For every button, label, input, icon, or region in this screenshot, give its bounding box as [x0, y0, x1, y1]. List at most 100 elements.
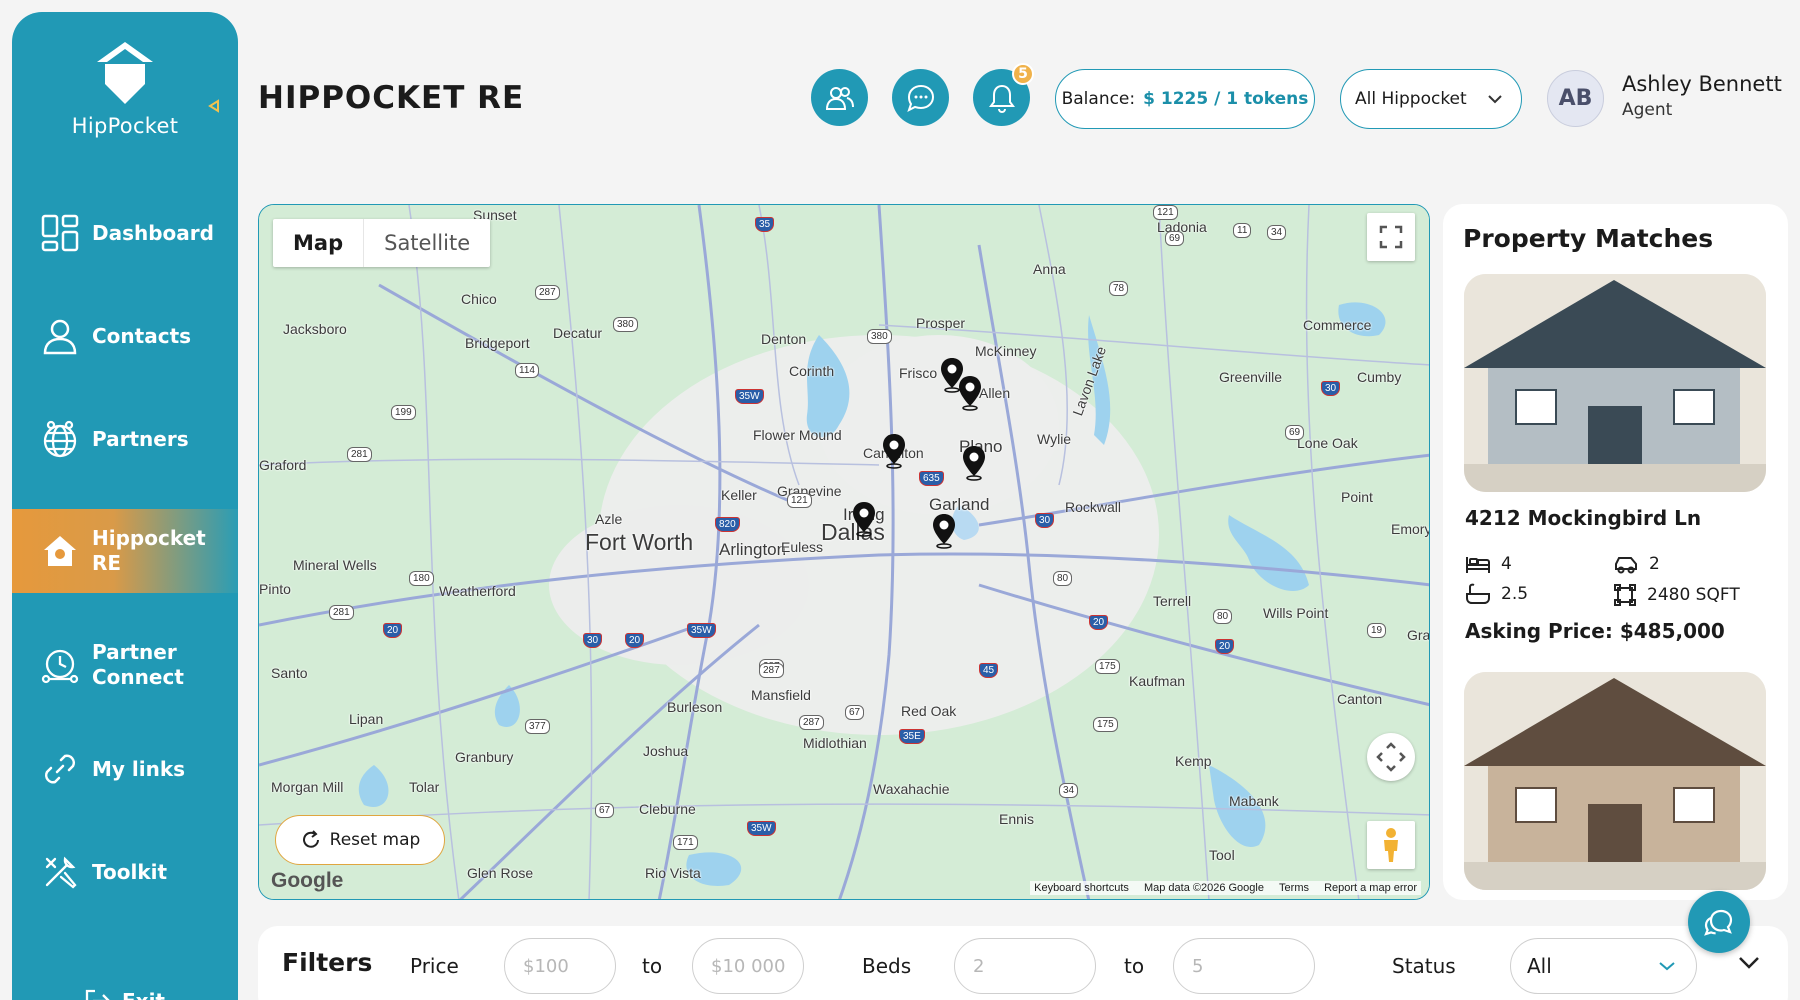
- sidebar-item-contacts[interactable]: Contacts: [12, 295, 238, 377]
- map-label-city: Weatherford: [439, 583, 516, 599]
- property-pin[interactable]: [881, 433, 907, 469]
- map-type-map[interactable]: Map: [273, 219, 365, 267]
- baths-spec: 2.5: [1465, 583, 1528, 605]
- sidebar-item-partners[interactable]: Partners: [12, 398, 238, 480]
- beds-min-input[interactable]: 2: [954, 938, 1096, 994]
- street-view-button[interactable]: [1367, 821, 1415, 869]
- sidebar-item-partner-connect[interactable]: Partner Connect: [12, 624, 238, 706]
- balance-display[interactable]: Balance: $ 1225 / 1 tokens: [1055, 69, 1315, 129]
- refresh-icon: [302, 830, 319, 848]
- house-icon: [40, 531, 80, 571]
- highway-shield: 67: [595, 803, 615, 818]
- property-pin[interactable]: [931, 513, 957, 549]
- property-image[interactable]: [1464, 672, 1766, 890]
- keyboard-shortcuts-link[interactable]: Keyboard shortcuts: [1034, 882, 1129, 894]
- camera-control-button[interactable]: [1367, 733, 1415, 781]
- terms-link[interactable]: Terms: [1279, 882, 1309, 894]
- reset-map-button[interactable]: Reset map: [275, 815, 445, 865]
- map-label-city: Mabank: [1229, 793, 1279, 809]
- property-image[interactable]: [1464, 274, 1766, 492]
- highway-shield: 34: [1059, 783, 1079, 798]
- contacts-button[interactable]: [811, 69, 868, 126]
- price-max-input[interactable]: $10 000: [692, 938, 804, 994]
- highway-shield: 69: [1285, 425, 1305, 440]
- hippocket-logo-icon: [97, 42, 153, 104]
- map-label-city: Santo: [271, 665, 308, 681]
- map-label-city: Cleburne: [639, 801, 696, 817]
- property-pin[interactable]: [957, 375, 983, 411]
- highway-shield: 281: [347, 447, 372, 462]
- sidebar-item-toolkit[interactable]: Toolkit: [12, 831, 238, 913]
- highway-shield: 11: [1233, 223, 1252, 238]
- map-label-city: Anna: [1033, 261, 1066, 277]
- highway-shield: 121: [1153, 205, 1178, 220]
- sidebar-item-label: Dashboard: [92, 220, 214, 245]
- sqft-value: 2480 SQFT: [1647, 585, 1740, 605]
- status-select-value: All: [1527, 954, 1552, 978]
- sidebar-item-hippocket-re[interactable]: Hippocket RE: [12, 509, 238, 593]
- map-label-city: Mineral Wells: [293, 557, 377, 573]
- user-icon: [40, 316, 80, 356]
- notification-badge: 5: [1012, 63, 1034, 85]
- map-label-city: Flower Mound: [753, 427, 842, 443]
- partner-connect-icon: [40, 645, 80, 685]
- map-label-city: Lipan: [349, 711, 384, 727]
- notifications-button[interactable]: 5: [973, 63, 1034, 126]
- sidebar-item-dashboard[interactable]: Dashboard: [12, 192, 238, 274]
- map-label-city: Glen Rose: [467, 865, 534, 881]
- scope-select-value: All Hippocket: [1355, 89, 1467, 109]
- map-label-city: Greenville: [1219, 369, 1283, 385]
- link-icon: [40, 749, 80, 789]
- highway-shield: 67: [845, 705, 865, 720]
- bed-icon: [1466, 557, 1490, 573]
- map-label-city: Pinto: [259, 581, 291, 597]
- report-error-link[interactable]: Report a map error: [1324, 882, 1417, 894]
- map-type-control: Map Satellite: [273, 219, 491, 267]
- expand-filters-icon[interactable]: [1738, 956, 1760, 970]
- chat-support-button[interactable]: [1688, 891, 1750, 953]
- chevron-down-icon: [1488, 95, 1502, 104]
- filters-bar: Filters Price $100 to $10 000 Beds 2 to …: [258, 926, 1788, 1000]
- fullscreen-button[interactable]: [1367, 213, 1415, 261]
- map-data-text: Map data ©2026 Google: [1143, 882, 1264, 894]
- sidebar-item-label: Hippocket RE: [92, 526, 206, 575]
- property-pin[interactable]: [851, 501, 877, 537]
- property-pin[interactable]: [961, 445, 987, 481]
- app-logo[interactable]: HipPocket: [12, 40, 238, 138]
- beds-max-input[interactable]: 5: [1173, 938, 1315, 994]
- sidebar-item-exit[interactable]: Exit: [12, 960, 238, 1000]
- highway-shield: 121: [787, 493, 812, 508]
- messages-button[interactable]: [892, 69, 949, 126]
- logo-text: HipPocket: [71, 114, 179, 138]
- highway-shield: 20: [625, 633, 645, 648]
- map-label-city: Grand: [1407, 627, 1430, 643]
- highway-shield: 80: [1053, 571, 1073, 586]
- highway-shield: 30: [583, 633, 603, 648]
- map-label-city: Canton: [1337, 691, 1383, 707]
- collapse-sidebar-icon[interactable]: [206, 98, 222, 114]
- map-label-city: Frisco: [899, 365, 938, 381]
- highway-shield: 377: [525, 719, 550, 734]
- map-view[interactable]: Fort Worth Dallas Arlington Irving Garla…: [258, 204, 1430, 900]
- map-type-satellite[interactable]: Satellite: [364, 219, 490, 267]
- property-address: 4212 Mockingbird Ln: [1465, 506, 1702, 530]
- highway-shield: 114: [515, 363, 539, 378]
- map-label-city: Kaufman: [1129, 673, 1186, 689]
- scope-select[interactable]: All Hippocket: [1340, 69, 1522, 129]
- map-label-city: Graford: [259, 457, 307, 473]
- price-min-input[interactable]: $100: [504, 938, 616, 994]
- asking-price: Asking Price: $485,000: [1465, 619, 1725, 643]
- users-icon: [825, 86, 854, 110]
- avatar[interactable]: AB: [1547, 70, 1604, 127]
- map-label-city: Allen: [979, 385, 1011, 401]
- map-label-city: Ennis: [999, 811, 1035, 827]
- map-label-city: Tolar: [409, 779, 440, 795]
- sidebar-item-my-links[interactable]: My links: [12, 728, 238, 810]
- garage-value: 2: [1649, 554, 1660, 574]
- status-select[interactable]: All: [1510, 938, 1697, 994]
- map-label-city: Terrell: [1153, 593, 1192, 609]
- map-attribution: Keyboard shortcuts Map data ©2026 Google…: [1030, 881, 1421, 895]
- highway-shield: 171: [673, 835, 698, 850]
- highway-shield: 78: [1109, 281, 1129, 296]
- property-matches-title: Property Matches: [1463, 224, 1714, 253]
